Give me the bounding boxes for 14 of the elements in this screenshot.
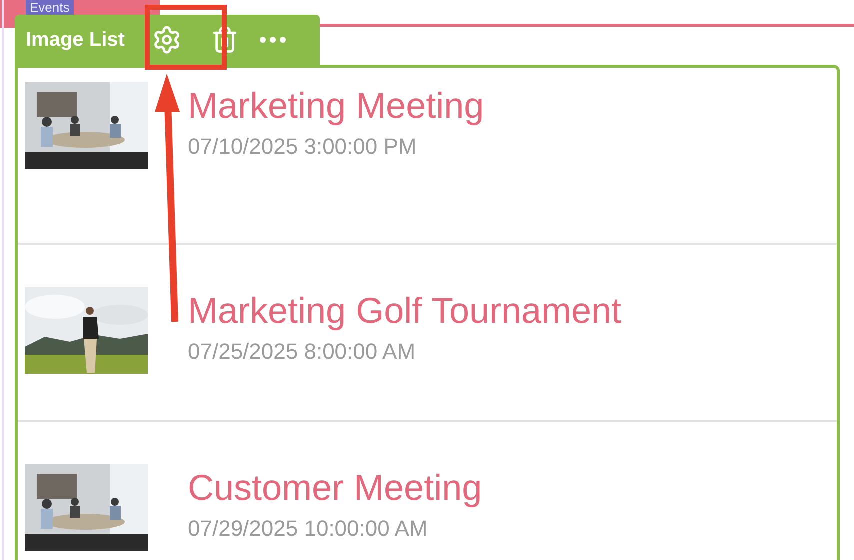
list-item[interactable]: Customer Meeting 07/29/2025 10:00:00 AM [18,422,837,560]
settings-icon [152,25,182,55]
event-title: Customer Meeting [188,466,482,510]
event-title: Marketing Golf Tournament [188,289,622,333]
event-date: 07/25/2025 8:00:00 AM [188,338,417,366]
event-date: 07/10/2025 3:00:00 PM [188,133,418,161]
more-icon [260,37,286,43]
component-label: Image List [26,28,125,53]
section-title: Events [26,0,74,15]
list-item[interactable]: Marketing Golf Tournament 07/25/2025 8:00:00 AM [18,245,837,422]
event-title: Marketing Meeting [188,84,484,128]
trash-icon [210,25,239,55]
list-item[interactable]: Marketing Meeting 07/10/2025 3:00:00 PM [18,68,837,245]
event-date: 07/29/2025 10:00:00 AM [188,515,429,543]
